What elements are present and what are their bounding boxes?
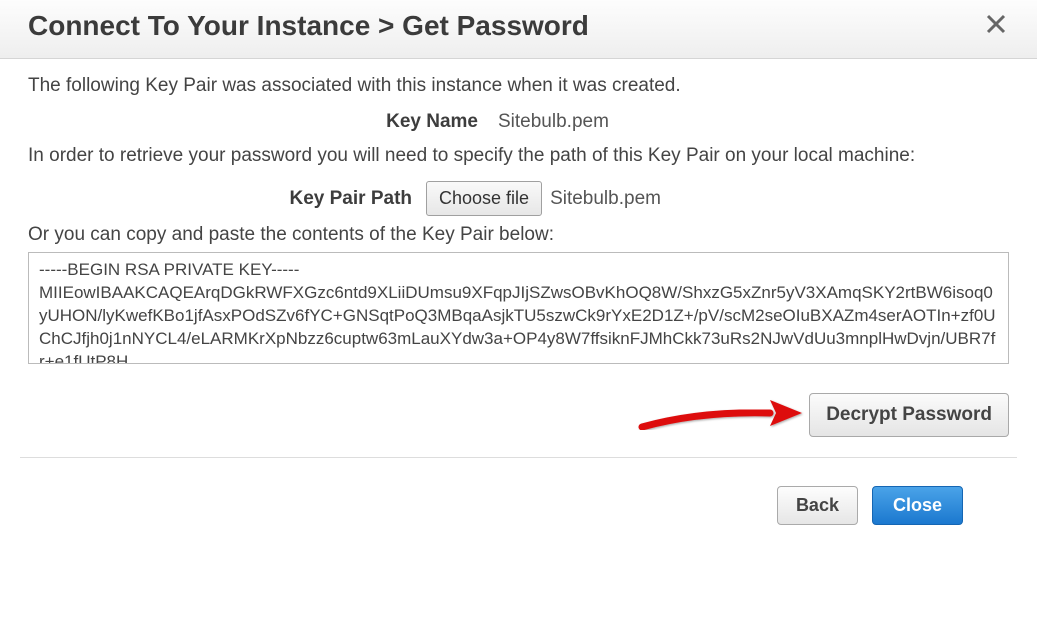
back-button[interactable]: Back <box>777 486 858 525</box>
chosen-file-name: Sitebulb.pem <box>550 188 661 210</box>
get-password-dialog: Connect To Your Instance > Get Password … <box>0 0 1037 545</box>
retrieve-instruction: In order to retrieve your password you w… <box>28 145 1009 167</box>
arrow-annotation <box>630 389 810 444</box>
key-name-value: Sitebulb.pem <box>498 111 609 133</box>
close-button[interactable]: Close <box>872 486 963 525</box>
key-name-row: Key Name Sitebulb.pem <box>28 111 1009 133</box>
intro-text: The following Key Pair was associated wi… <box>28 75 1009 97</box>
decrypt-row: Decrypt Password <box>0 377 1037 457</box>
dialog-body: The following Key Pair was associated wi… <box>0 59 1037 377</box>
or-paste-instruction: Or you can copy and paste the contents o… <box>28 224 1009 246</box>
key-pair-path-row: Key Pair Path Choose file Sitebulb.pem <box>28 181 1009 216</box>
dialog-footer: Back Close <box>20 457 1017 545</box>
close-icon[interactable] <box>979 12 1013 40</box>
key-name-label: Key Name <box>28 111 498 133</box>
key-pair-path-label: Key Pair Path <box>28 188 418 210</box>
choose-file-button[interactable]: Choose file <box>426 181 542 216</box>
dialog-title: Connect To Your Instance > Get Password <box>28 10 589 42</box>
decrypt-password-button[interactable]: Decrypt Password <box>809 393 1009 437</box>
dialog-header: Connect To Your Instance > Get Password <box>0 0 1037 59</box>
key-contents-textarea[interactable] <box>28 252 1009 364</box>
